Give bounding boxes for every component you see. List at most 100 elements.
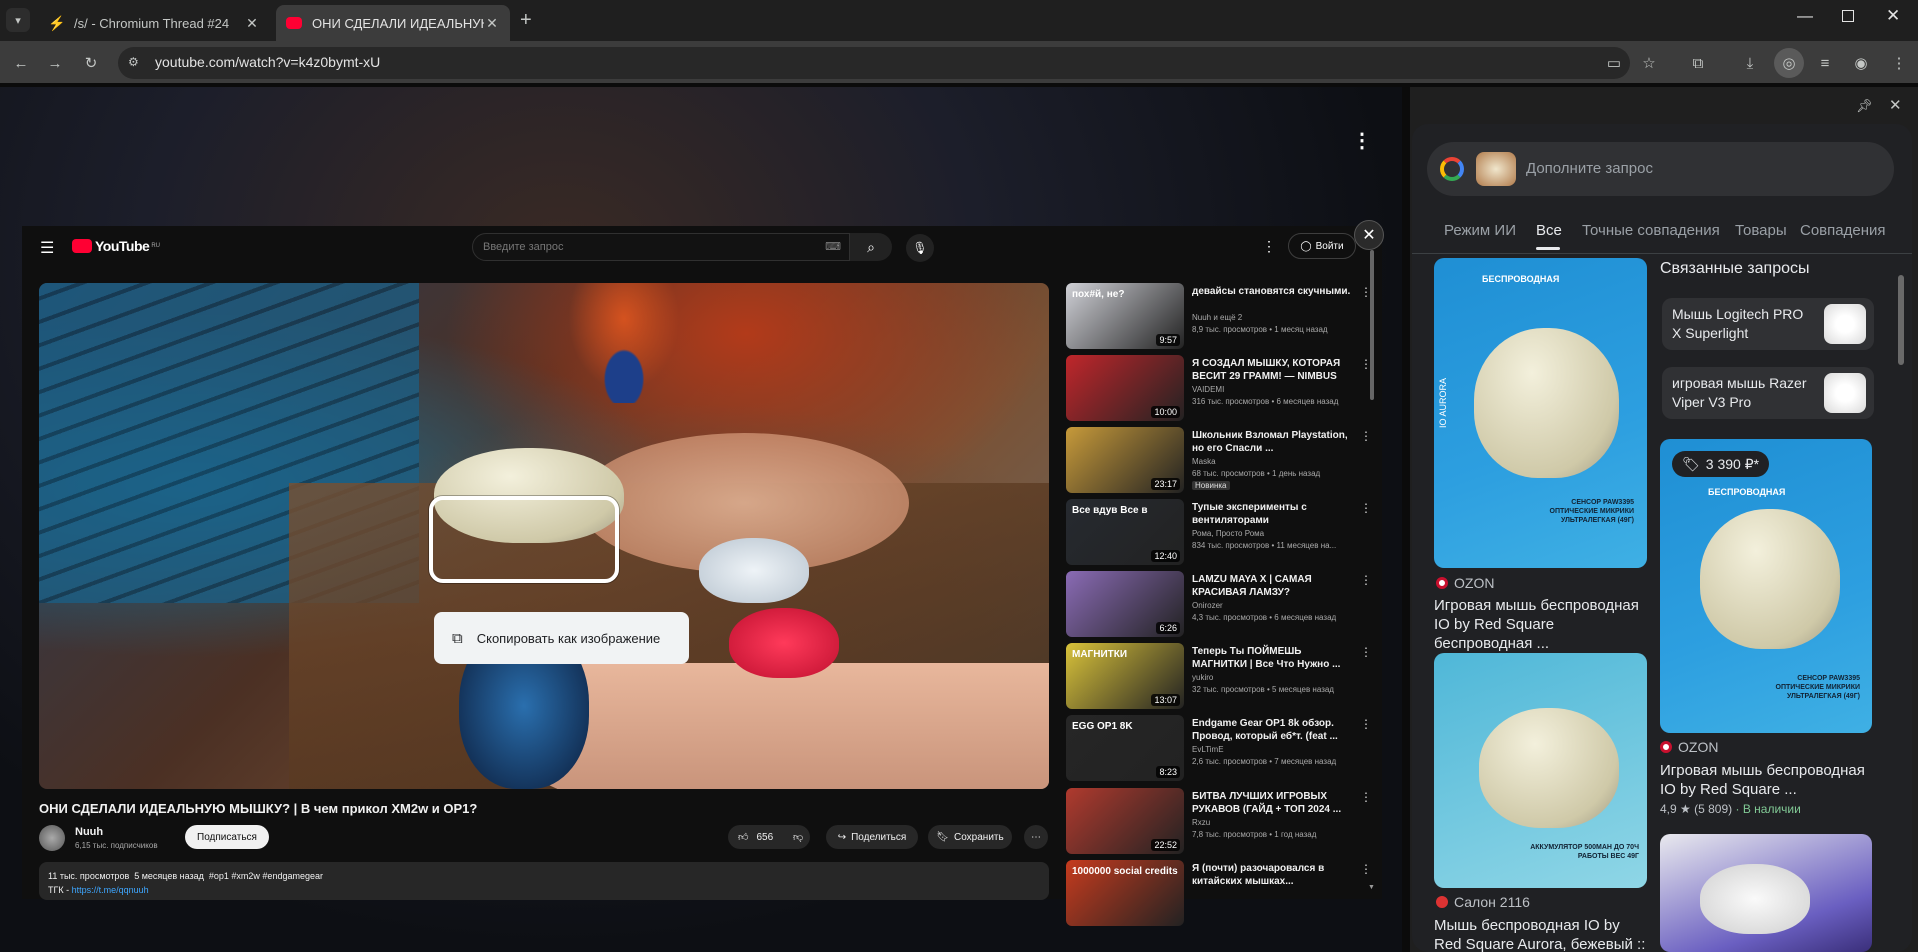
minimize-button[interactable]: —	[1797, 8, 1813, 26]
profile-icon[interactable]: ◉	[1848, 50, 1874, 76]
tab-search-button[interactable]: ▾	[6, 8, 30, 32]
overlay-more-icon[interactable]: ⋮	[1352, 128, 1372, 153]
result-title-1[interactable]: Игровая мышь беспроводная IO by Red Squa…	[1434, 596, 1647, 653]
keyboard-icon[interactable]: ⌨	[825, 240, 841, 253]
url-text[interactable]: youtube.com/watch?v=k4z0bymt-xU	[155, 54, 380, 70]
result-title-2[interactable]: Игровая мышь беспроводная IO by Red Squa…	[1660, 761, 1872, 799]
tab-all[interactable]: Все	[1536, 222, 1562, 239]
video-thumbnail[interactable]: 22:52	[1066, 788, 1184, 854]
related-video[interactable]: 10:00 Я СОЗДАЛ МЫШКУ, КОТОРАЯ ВЕСИТ 29 ГР…	[1066, 355, 1372, 421]
menu-icon[interactable]: ⋮	[1886, 50, 1912, 76]
result-image-4[interactable]	[1660, 834, 1872, 952]
related-video-title[interactable]: Тупые эксперименты с вентиляторами	[1192, 501, 1352, 527]
pin-icon[interactable]: 📌︎	[1856, 98, 1873, 114]
related-video-channel[interactable]: Maska	[1192, 457, 1216, 466]
restore-button[interactable]	[1842, 10, 1854, 22]
video-thumbnail[interactable]: МАГНИТКИ 13:07	[1066, 643, 1184, 709]
tab-ai-mode[interactable]: Режим ИИ	[1444, 222, 1516, 239]
related-video-title[interactable]: Я (почти) разочаровался в китайских мышк…	[1192, 862, 1352, 888]
share-button[interactable]: ↪ Поделиться	[826, 825, 918, 849]
related-query-logitech[interactable]: Мышь Logitech PRO X Superlight	[1662, 298, 1874, 350]
download-icon[interactable]: ⤓	[1737, 50, 1763, 76]
related-video-channel[interactable]: Rxzu	[1192, 818, 1210, 827]
telegram-link[interactable]: https://t.me/qqnuuh	[72, 885, 149, 895]
tab-exact-matches[interactable]: Точные совпадения	[1582, 222, 1720, 239]
close-icon[interactable]: ✕	[244, 15, 260, 32]
more-icon[interactable]: ⋮	[1360, 790, 1372, 804]
query-thumbnail[interactable]	[1476, 152, 1516, 186]
video-player[interactable]: ⧉ Скопировать как изображение	[39, 283, 1049, 789]
youtube-search-input[interactable]: Введите запрос ⌨	[472, 233, 850, 261]
related-video[interactable]: 1000000 social credits Я (почти) разочаро…	[1066, 860, 1372, 926]
extensions-icon[interactable]: ⧉	[1685, 50, 1711, 76]
related-video-channel[interactable]: EvLTimE	[1192, 745, 1224, 754]
like-button[interactable]: 👍︎ 656 👎︎	[728, 825, 810, 849]
related-video-channel[interactable]: Рома, Просто Рома	[1192, 529, 1264, 538]
price-badge[interactable]: 🏷︎ 3 390 ₽*	[1672, 451, 1770, 477]
youtube-logo[interactable]: YouTube RU	[72, 238, 160, 254]
related-video-title[interactable]: девайсы становятся скучными.	[1192, 285, 1352, 298]
reading-list-icon[interactable]: ≡	[1812, 50, 1838, 76]
tab-products[interactable]: Товары	[1735, 222, 1787, 239]
settings-more-icon[interactable]: ⋮	[1262, 238, 1276, 255]
more-icon[interactable]: ⋮	[1360, 429, 1372, 443]
result-image-3[interactable]: АККУМУЛЯТОР 500MAH ДО 70Ч РАБОТЫ ВЕС 49Г	[1434, 653, 1647, 888]
subscribe-button[interactable]: Подписаться	[185, 825, 269, 849]
related-video-title[interactable]: Школьник Взломал Playstation, но его Спа…	[1192, 429, 1352, 455]
tab-visual-matches[interactable]: Совпадения	[1800, 222, 1886, 239]
related-video-title[interactable]: LAMZU MAYA X | САМАЯ КРАСИВАЯ ЛАМЗУ?	[1192, 573, 1352, 599]
lens-selection-box[interactable]	[429, 496, 619, 583]
more-actions-button[interactable]: ⋯	[1024, 825, 1048, 849]
related-video[interactable]: МАГНИТКИ 13:07 Теперь Ты ПОЙМЕШЬ МАГНИТКИ …	[1066, 643, 1372, 709]
result-title-3[interactable]: Мышь беспроводная IO by Red Square Auror…	[1434, 916, 1647, 952]
more-icon[interactable]: ⋮	[1360, 573, 1372, 587]
video-thumbnail[interactable]: 10:00	[1066, 355, 1184, 421]
panel-scrollbar[interactable]	[1898, 275, 1904, 365]
related-video-title[interactable]: Я СОЗДАЛ МЫШКУ, КОТОРАЯ ВЕСИТ 29 ГРАММ! …	[1192, 357, 1352, 383]
search-icon[interactable]: ⌕	[850, 233, 892, 261]
result-image-2[interactable]: 🏷︎ 3 390 ₽* БЕСПРОВОДНАЯ СЕНСОР PAW3395 О…	[1660, 439, 1872, 733]
new-tab-button[interactable]: +	[520, 9, 532, 32]
close-window-button[interactable]: ✕	[1886, 6, 1900, 26]
result-source-1[interactable]: OZON	[1436, 575, 1494, 591]
result-image-1[interactable]: БЕСПРОВОДНАЯ IO AURORA СЕНСОР PAW3395 ОП…	[1434, 258, 1647, 568]
video-thumbnail[interactable]: 23:17	[1066, 427, 1184, 493]
related-video-title[interactable]: БИТВА ЛУЧШИХ ИГРОВЫХ РУКАВОВ (ГАЙД + ТОП…	[1192, 790, 1352, 816]
video-thumbnail[interactable]: пох#й, не? 9:57	[1066, 283, 1184, 349]
more-icon[interactable]: ⋮	[1360, 645, 1372, 659]
related-query-razer[interactable]: игровая мышь Razer Viper V3 Pro	[1662, 367, 1874, 419]
login-button[interactable]: ◯ Войти	[1288, 233, 1356, 259]
thumbs-down-icon[interactable]: 👎︎	[793, 831, 803, 843]
close-icon[interactable]: ✕	[484, 15, 500, 32]
video-thumbnail[interactable]: Все вдув Все в 12:40	[1066, 499, 1184, 565]
related-video-channel[interactable]: VAIDEMI	[1192, 385, 1224, 394]
related-video-title[interactable]: Теперь Ты ПОЙМЕШЬ МАГНИТКИ | Все Что Нуж…	[1192, 645, 1352, 671]
reload-icon[interactable]: ↻	[78, 50, 104, 76]
related-video-channel[interactable]: yukiro	[1192, 673, 1213, 682]
video-thumbnail[interactable]: 1000000 social credits	[1066, 860, 1184, 926]
related-video-channel[interactable]: Onirozer	[1192, 601, 1223, 610]
related-video-channel[interactable]: Nuuh и ещё 2	[1192, 313, 1242, 322]
scroll-down-arrow[interactable]: ▼	[1368, 884, 1375, 891]
install-app-icon[interactable]: ▭	[1601, 50, 1627, 76]
related-video[interactable]: пох#й, не? 9:57 девайсы становятся скучным…	[1066, 283, 1372, 349]
description-box[interactable]	[39, 862, 1049, 900]
related-video-title[interactable]: Endgame Gear OP1 8k обзор. Провод, котор…	[1192, 717, 1352, 743]
copy-image-button[interactable]: ⧉ Скопировать как изображение	[434, 612, 689, 664]
panel-close-icon[interactable]: ✕	[1889, 96, 1902, 114]
hamburger-icon[interactable]: ☰	[40, 238, 54, 258]
forward-icon[interactable]: →	[42, 50, 68, 76]
more-icon[interactable]: ⋮	[1360, 717, 1372, 731]
scrollbar[interactable]	[1370, 250, 1374, 400]
google-lens-icon[interactable]: ◎	[1774, 48, 1804, 78]
channel-name[interactable]: Nuuh	[75, 826, 103, 838]
tab-youtube[interactable]: ОНИ СДЕЛАЛИ ИДЕАЛЬНУЮ ✕	[276, 5, 510, 41]
back-icon[interactable]: ←	[8, 50, 34, 76]
related-video[interactable]: 23:17 Школьник Взломал Playstation, но ег…	[1066, 427, 1372, 493]
bookmark-star-icon[interactable]: ☆	[1636, 50, 1662, 76]
channel-avatar[interactable]	[39, 825, 65, 851]
related-video[interactable]: 6:26 LAMZU MAYA X | САМАЯ КРАСИВАЯ ЛАМЗУ?…	[1066, 571, 1372, 637]
related-video[interactable]: Все вдув Все в 12:40 Тупые эксперименты с …	[1066, 499, 1372, 565]
more-icon[interactable]: ⋮	[1360, 501, 1372, 515]
related-video[interactable]: EGG OP1 8K 8:23 Endgame Gear OP1 8k обзор.…	[1066, 715, 1372, 781]
